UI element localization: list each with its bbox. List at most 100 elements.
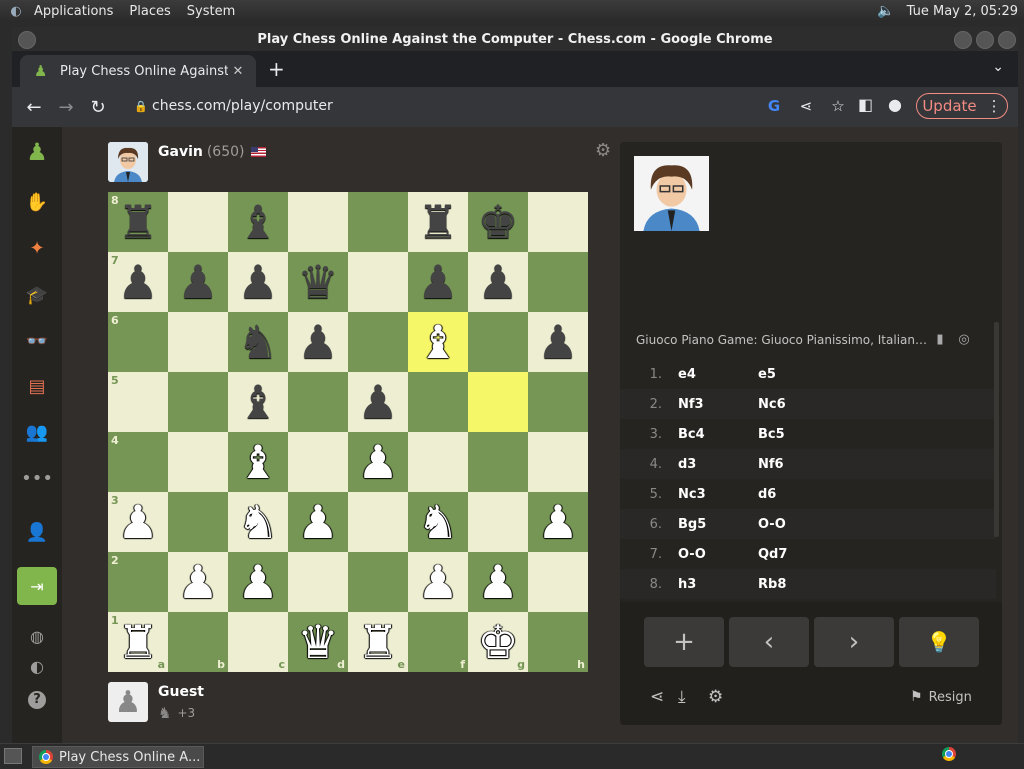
explorer-compass-icon[interactable]: ◎ (952, 332, 976, 347)
square-b5[interactable] (168, 372, 228, 432)
square-d4[interactable] (288, 432, 348, 492)
theme-toggle-icon[interactable]: ◐ (22, 651, 52, 681)
black-rook-icon[interactable]: ♜ (117, 199, 158, 245)
chess-board[interactable]: 8 ♜ ♝ ♜ ♚ 7 ♟ ♟ ♟ ♛ ♟ ♟ 6 ♞ ♟ ♝ ♟ 5 ♝ ♟ 4 ♝ ♟ 3 ♟ ♞ ♟ ♞ ♟ 2 ♟ ♟ ♟ ♟ 1 a ♜ b c d… (108, 192, 588, 672)
volume-icon[interactable]: 🔈 (877, 3, 894, 19)
square-e8[interactable] (348, 192, 408, 252)
square-f7[interactable]: ♟ (408, 252, 468, 312)
square-a5[interactable]: 5 (108, 372, 168, 432)
square-b1[interactable]: b (168, 612, 228, 672)
white-move[interactable]: Bc4 (678, 427, 758, 442)
square-e2[interactable] (348, 552, 408, 612)
square-d1[interactable]: d ♛ (288, 612, 348, 672)
square-g7[interactable]: ♟ (468, 252, 528, 312)
opening-name[interactable]: Giuoco Piano Game: Giuoco Pianissimo, It… (636, 333, 928, 347)
white-king-icon[interactable]: ♚ (477, 619, 518, 665)
square-d6[interactable]: ♟ (288, 312, 348, 372)
square-a4[interactable]: 4 (108, 432, 168, 492)
white-pawn-icon[interactable]: ♟ (357, 439, 398, 485)
black-king-icon[interactable]: ♚ (477, 199, 518, 245)
new-tab-button[interactable]: + (268, 59, 285, 79)
bookmark-star-icon[interactable]: ☆ (822, 97, 854, 115)
white-move[interactable]: Nf3 (678, 397, 758, 412)
white-move[interactable]: h3 (678, 577, 758, 592)
social-nav-icon[interactable]: 👥 (22, 417, 52, 447)
square-c6[interactable]: ♞ (228, 312, 288, 372)
move-list-scrollbar[interactable] (994, 322, 999, 537)
maximize-button[interactable] (976, 31, 994, 49)
clock[interactable]: Tue May 2, 05:29 (907, 4, 1024, 19)
black-move[interactable]: Nc6 (758, 397, 838, 412)
black-bishop-icon[interactable]: ♝ (237, 199, 278, 245)
square-g3[interactable] (468, 492, 528, 552)
square-b7[interactable]: ♟ (168, 252, 228, 312)
square-f2[interactable]: ♟ (408, 552, 468, 612)
white-pawn-icon[interactable]: ♟ (177, 559, 218, 605)
white-move[interactable]: e4 (678, 367, 758, 382)
black-move[interactable]: Qd7 (758, 547, 838, 562)
black-pawn-icon[interactable]: ♟ (117, 259, 158, 305)
square-a7[interactable]: 7 ♟ (108, 252, 168, 312)
black-move[interactable]: O-O (758, 517, 838, 532)
white-knight-icon[interactable]: ♞ (237, 499, 278, 545)
show-desktop-icon[interactable] (4, 748, 22, 764)
black-pawn-icon[interactable]: ♟ (537, 319, 578, 365)
side-panel-icon[interactable]: ◧ (858, 95, 873, 114)
watch-nav-icon[interactable]: 👓 (22, 326, 52, 356)
square-a8[interactable]: 8 ♜ (108, 192, 168, 252)
menu-applications[interactable]: Applications (26, 4, 121, 19)
player-avatar[interactable]: ♟ (108, 682, 148, 722)
taskbar-chrome-item[interactable]: Play Chess Online A... (32, 746, 204, 768)
square-h6[interactable]: ♟ (528, 312, 588, 372)
square-d8[interactable] (288, 192, 348, 252)
black-pawn-icon[interactable]: ♟ (237, 259, 278, 305)
square-h4[interactable] (528, 432, 588, 492)
white-pawn-icon[interactable]: ♟ (477, 559, 518, 605)
opponent-avatar[interactable] (108, 142, 148, 182)
share-game-icon[interactable]: ⋖ (650, 687, 664, 707)
square-a6[interactable]: 6 (108, 312, 168, 372)
sign-up-icon[interactable]: 👤 (22, 517, 52, 547)
black-pawn-icon[interactable]: ♟ (177, 259, 218, 305)
square-h8[interactable] (528, 192, 588, 252)
square-c2[interactable]: ♟ (228, 552, 288, 612)
square-e3[interactable] (348, 492, 408, 552)
square-g8[interactable]: ♚ (468, 192, 528, 252)
address-bar[interactable]: 🔒 chess.com/play/computer G ⋖ ☆ (124, 91, 854, 121)
language-globe-icon[interactable]: ◍ (22, 621, 52, 651)
square-g2[interactable]: ♟ (468, 552, 528, 612)
white-move[interactable]: O-O (678, 547, 758, 562)
white-queen-icon[interactable]: ♛ (297, 619, 338, 665)
square-d7[interactable]: ♛ (288, 252, 348, 312)
square-e4[interactable]: ♟ (348, 432, 408, 492)
square-a1[interactable]: 1 a ♜ (108, 612, 168, 672)
square-d2[interactable] (288, 552, 348, 612)
square-h2[interactable] (528, 552, 588, 612)
white-bishop-icon[interactable]: ♝ (417, 319, 458, 365)
kebab-menu-icon[interactable]: ⋮ (987, 97, 1002, 115)
square-e1[interactable]: e ♜ (348, 612, 408, 672)
tray-chrome-icon[interactable] (942, 747, 956, 761)
white-pawn-icon[interactable]: ♟ (117, 499, 158, 545)
reload-button[interactable]: ↻ (82, 97, 114, 118)
white-pawn-icon[interactable]: ♟ (537, 499, 578, 545)
game-settings-gear-icon[interactable]: ⚙ (708, 687, 723, 707)
white-knight-icon[interactable]: ♞ (417, 499, 458, 545)
square-b4[interactable] (168, 432, 228, 492)
square-f4[interactable] (408, 432, 468, 492)
square-c8[interactable]: ♝ (228, 192, 288, 252)
share-icon[interactable]: ⋖ (790, 97, 822, 115)
opponent-name[interactable]: Gavin (158, 144, 203, 160)
square-g4[interactable] (468, 432, 528, 492)
hint-button[interactable]: 💡 (899, 617, 979, 667)
black-move[interactable]: Rb8 (758, 577, 838, 592)
square-c4[interactable]: ♝ (228, 432, 288, 492)
previous-move-button[interactable]: ‹ (729, 617, 809, 667)
black-move[interactable]: d6 (758, 487, 838, 502)
menu-places[interactable]: Places (121, 4, 178, 19)
play-nav-icon[interactable]: ✋ (22, 187, 52, 217)
white-pawn-icon[interactable]: ♟ (417, 559, 458, 605)
new-game-button[interactable]: + (644, 617, 724, 667)
square-b6[interactable] (168, 312, 228, 372)
next-move-button[interactable]: › (814, 617, 894, 667)
